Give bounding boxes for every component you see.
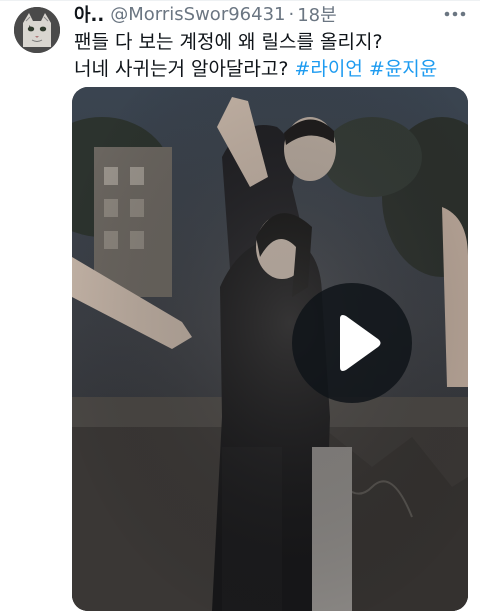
tweet-text: 팬들 다 보는 계정에 왜 릴스를 올리지? 너네 사귀는거 알아달라고? #라… bbox=[74, 29, 464, 83]
tweet-text-line-2: 너네 사귀는거 알아달라고? #라이언 #윤지윤 bbox=[74, 56, 464, 83]
timestamp[interactable]: 18분 bbox=[297, 1, 336, 27]
user-handle[interactable]: @MorrisSwor96431 bbox=[110, 4, 285, 25]
more-options-icon bbox=[444, 11, 466, 17]
cat-avatar-icon bbox=[14, 7, 60, 53]
more-options-button[interactable] bbox=[440, 3, 470, 25]
separator-dot: · bbox=[288, 3, 295, 25]
hashtag-link[interactable]: #라이언 bbox=[294, 58, 362, 80]
hashtag-link[interactable]: #윤지윤 bbox=[369, 58, 437, 80]
tweet-text-line-1: 팬들 다 보는 계정에 왜 릴스를 올리지? bbox=[74, 31, 383, 53]
video-player[interactable] bbox=[72, 87, 468, 611]
play-icon bbox=[340, 315, 381, 371]
avatar[interactable] bbox=[14, 7, 60, 53]
play-button[interactable] bbox=[292, 283, 412, 403]
tweet-text-line-2-text: 너네 사귀는거 알아달라고? bbox=[74, 58, 295, 80]
tweet[interactable]: 아.. @MorrisSwor96431 · 18분 팬들 다 보는 계정에 왜… bbox=[0, 0, 480, 615]
tweet-header: 아.. @MorrisSwor96431 · 18분 bbox=[74, 1, 337, 27]
display-name[interactable]: 아.. bbox=[74, 1, 104, 27]
